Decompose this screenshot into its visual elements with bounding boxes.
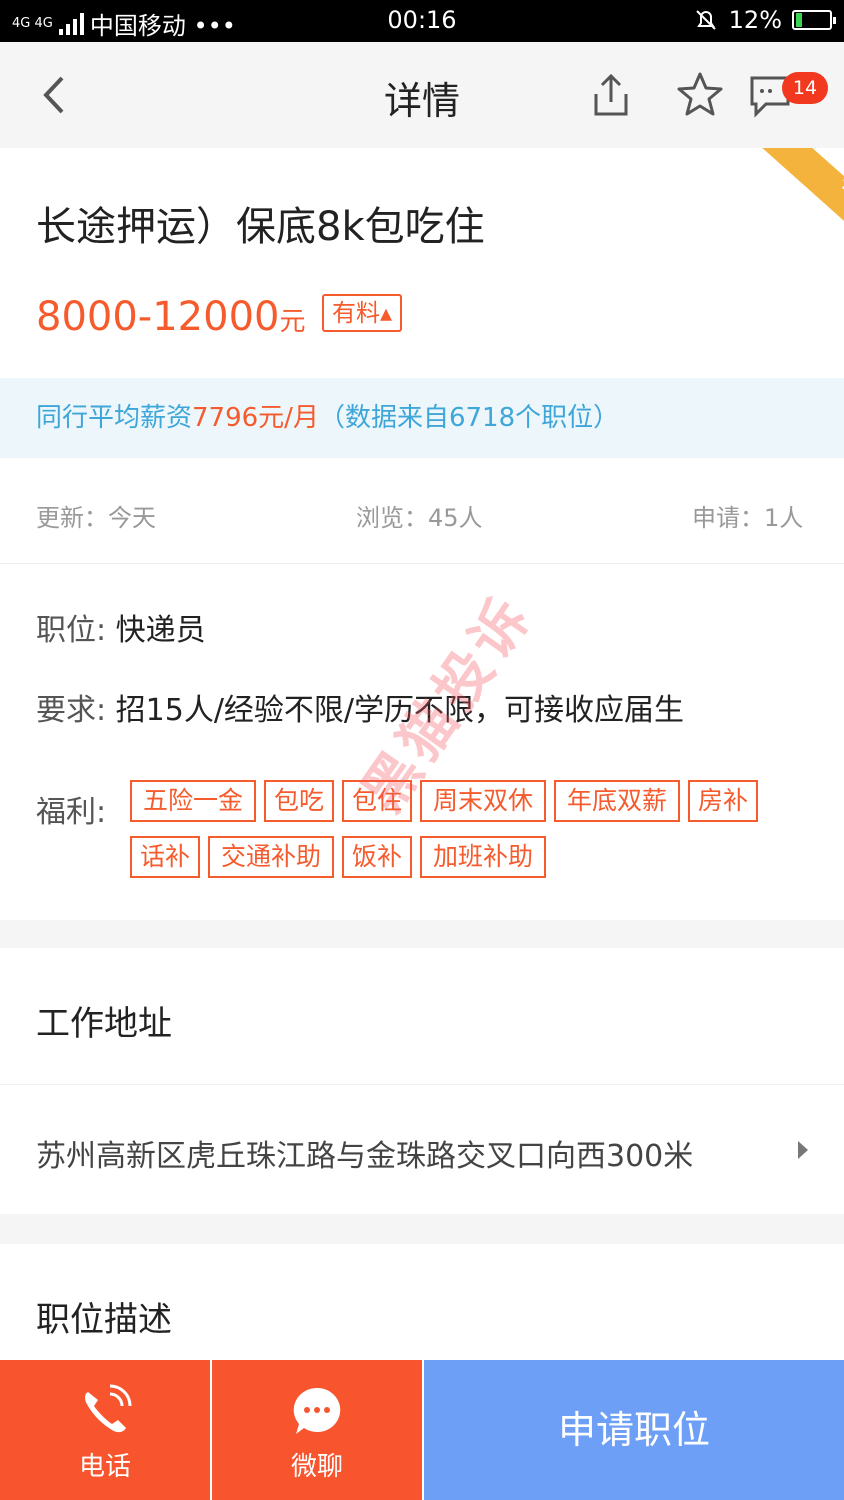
youliao-tag[interactable]: 有料▴	[322, 294, 403, 332]
welfare-tag: 加班补助	[420, 836, 546, 878]
salary-unit: 元	[279, 307, 306, 337]
famous-company-ribbon: 名企	[762, 148, 844, 221]
salary-value: 8000-12000	[36, 294, 280, 340]
job-header: 名企 长途押运）保底8k包吃住 8000-12000元 有料▴	[0, 148, 844, 378]
apply-count: 申请：1人	[692, 504, 804, 532]
welfare-tag: 包吃	[264, 780, 334, 822]
requirement-label: 要求:	[36, 693, 107, 728]
status-right: 12%	[693, 6, 836, 34]
avg-salary-prefix: 同行平均薪资	[36, 403, 193, 433]
welfare-tag: 周末双休	[420, 780, 546, 822]
salary-range: 8000-12000元	[36, 294, 306, 340]
chat-button[interactable]: 微聊	[212, 1360, 422, 1500]
description-section-title: 职位描述	[36, 1300, 172, 1340]
view-count: 浏览：45人	[356, 504, 483, 532]
call-label: 电话	[78, 1452, 131, 1482]
job-title: 长途押运）保底8k包吃住	[36, 204, 485, 250]
welfare-tag: 年底双薪	[554, 780, 680, 822]
address-section-title: 工作地址	[36, 1004, 172, 1044]
welfare-tag: 话补	[130, 836, 200, 878]
address-text: 苏州高新区虎丘珠江路与金珠路交叉口向西300米	[36, 1139, 694, 1174]
welfare-tag: 交通补助	[208, 836, 334, 878]
job-stats: 更新：今天 浏览：45人 申请：1人	[0, 458, 844, 564]
address-row[interactable]: 苏州高新区虎丘珠江路与金珠路交叉口向西300米	[0, 1084, 844, 1214]
position-row: 职位: 快递员	[36, 605, 206, 649]
avg-salary-value: 7796元/月	[192, 403, 319, 433]
battery-icon	[792, 10, 836, 30]
average-salary-banner: 同行平均薪资7796元/月（数据来自6718个职位）	[0, 378, 844, 458]
welfare-tag: 饭补	[342, 836, 412, 878]
call-button[interactable]: 电话	[0, 1360, 210, 1500]
welfare-tag: 包住	[342, 780, 412, 822]
phone-icon	[85, 1384, 132, 1433]
apply-button[interactable]: 申请职位	[424, 1360, 844, 1500]
section-divider	[0, 920, 844, 948]
welfare-tag: 房补	[688, 780, 758, 822]
update-time: 更新：今天	[36, 504, 156, 532]
favorite-star-icon[interactable]	[676, 70, 724, 118]
chevron-right-icon	[798, 1141, 808, 1159]
job-detail-page: 4G 4G 中国移动 ••• 00:16 12% 详情 14 长途押运）保底8k…	[0, 0, 844, 1500]
chat-label: 微聊	[290, 1452, 343, 1482]
bottom-action-bar: 电话 微聊 申请职位	[0, 1360, 844, 1500]
nav-bar: 详情 14	[0, 42, 844, 148]
battery-percent: 12%	[728, 6, 782, 34]
section-divider	[0, 1214, 844, 1244]
position-label: 职位:	[36, 613, 107, 648]
share-icon[interactable]	[588, 70, 634, 120]
welfare-label: 福利:	[36, 795, 107, 830]
message-count-badge: 14	[782, 72, 828, 104]
bell-muted-icon	[695, 10, 716, 30]
requirement-value: 招15人/经验不限/学历不限，可接收应届生	[115, 693, 685, 728]
chat-bubble-icon	[293, 1387, 341, 1434]
avg-salary-suffix: （数据来自6718个职位）	[318, 403, 620, 433]
status-bar: 4G 4G 中国移动 ••• 00:16 12%	[0, 0, 844, 42]
welfare-tag: 五险一金	[130, 780, 256, 822]
position-value: 快递员	[115, 613, 206, 648]
requirement-row: 要求: 招15人/经验不限/学历不限，可接收应届生	[36, 685, 684, 729]
job-info: 职位: 快递员 要求: 招15人/经验不限/学历不限，可接收应届生 福利: 五险…	[0, 565, 844, 920]
